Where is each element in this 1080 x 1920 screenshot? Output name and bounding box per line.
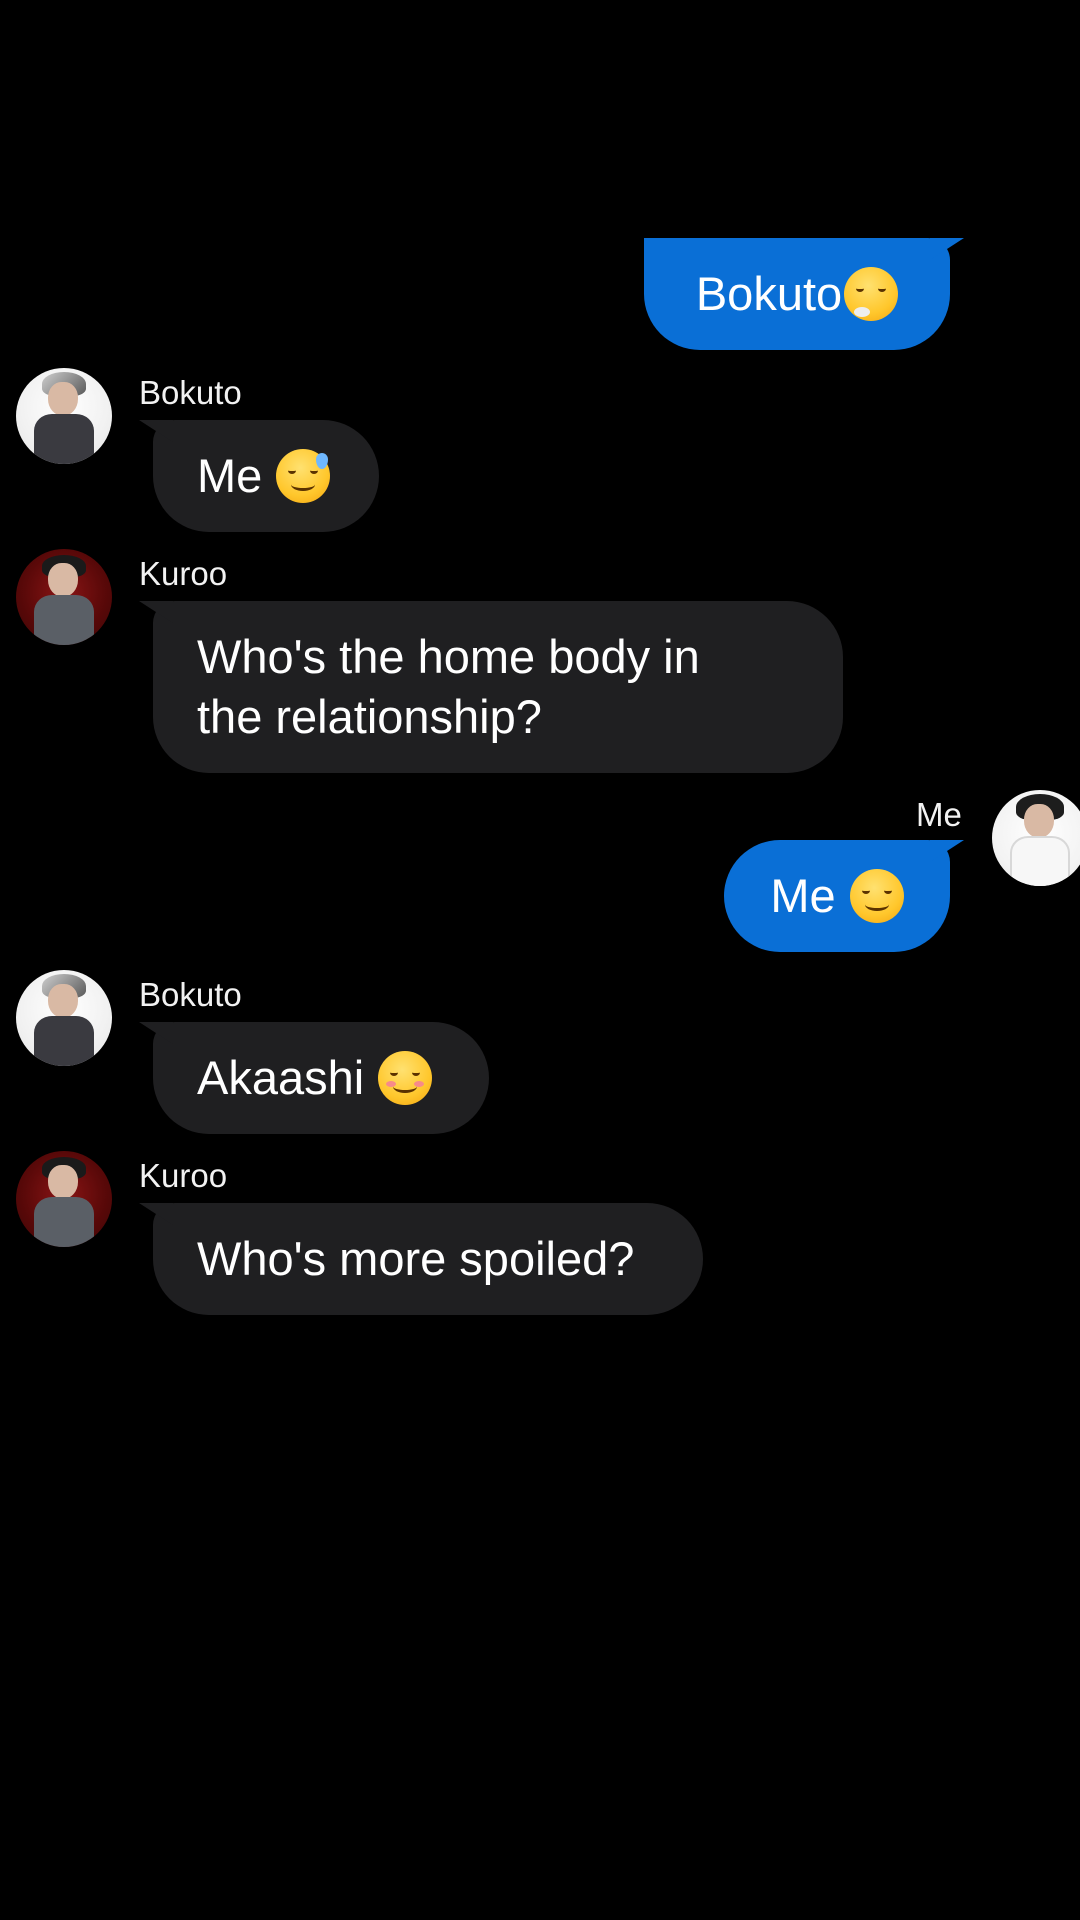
avatar-bokuto[interactable] [16,970,112,1066]
message-bubble-outgoing[interactable]: Bokuto [644,238,950,350]
message-text: Me [770,869,836,922]
avatar-kuroo[interactable] [16,549,112,645]
sender-name: Kuroo [139,555,228,592]
relieved-face-emoji [849,869,904,923]
avatar-me[interactable] [992,790,1080,886]
message-text: Me [197,449,263,502]
sender-name: Bokuto [139,374,242,411]
message-bubble-incoming[interactable]: Who's the home body in the relationship? [153,601,843,773]
message-text: Who's the home body in the relationship? [197,627,700,747]
chat-conversation: Bokuto Bokuto Me Kuroo Who's the home bo… [0,0,1080,1920]
grinning-sweat-emoji [276,449,331,503]
message-text: Bokuto [695,267,843,320]
avatar-bokuto[interactable] [16,368,112,464]
message-text-line: the relationship? [197,690,542,743]
message-bubble-incoming[interactable]: Who's more spoiled? [153,1203,703,1315]
smiling-face-emoji [378,1051,433,1105]
exhaling-face-emoji [844,267,899,321]
message-text-line: Who's the home body in [197,630,700,683]
sender-name: Me [916,796,962,833]
sender-name: Bokuto [139,976,242,1013]
sender-name: Kuroo [139,1157,228,1194]
message-bubble-incoming[interactable]: Me [153,420,379,532]
message-text: Who's more spoiled? [197,1232,635,1285]
message-text: Akaashi [197,1051,365,1104]
message-bubble-incoming[interactable]: Akaashi [153,1022,489,1134]
avatar-kuroo[interactable] [16,1151,112,1247]
message-bubble-outgoing[interactable]: Me [724,840,950,952]
